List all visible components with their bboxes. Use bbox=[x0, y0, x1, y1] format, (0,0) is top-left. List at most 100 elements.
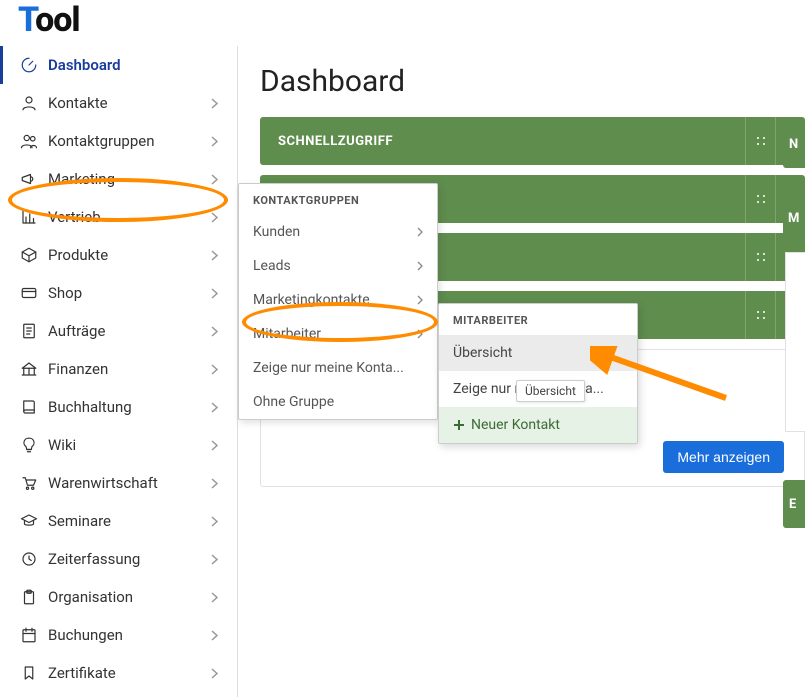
sidebar-item-label: Kontaktgruppen bbox=[48, 132, 211, 150]
panel-label: SCHNELLZUGRIFF bbox=[278, 134, 393, 149]
right-fragment-n: N bbox=[783, 120, 805, 168]
user-icon bbox=[20, 94, 38, 112]
chevron-right-icon bbox=[211, 364, 225, 375]
flyout-item-label: Marketingkontakte bbox=[253, 292, 370, 308]
sidebar-item-kontakte[interactable]: Kontakte bbox=[0, 84, 237, 122]
drag-handle-icon[interactable] bbox=[745, 291, 775, 339]
flyout-title: KONTAKTGRUPPEN bbox=[239, 184, 437, 215]
flyout-item[interactable]: Leads bbox=[239, 249, 437, 283]
flyout2-item-new-contact[interactable]: Neuer Kontakt bbox=[439, 407, 637, 443]
tooltip-uebersicht: Übersicht bbox=[516, 380, 585, 402]
chevron-right-icon bbox=[211, 326, 225, 337]
chevron-right-icon bbox=[211, 402, 225, 413]
flyout2-title: MITARBEITER bbox=[439, 304, 637, 335]
chevron-right-icon bbox=[211, 668, 225, 679]
drag-handle-icon[interactable] bbox=[745, 117, 775, 165]
sidebar-item-buchhaltung[interactable]: Buchhaltung bbox=[0, 388, 237, 426]
sidebar-item-label: Produkte bbox=[48, 246, 211, 264]
chevron-right-icon bbox=[417, 295, 423, 305]
sidebar-item-label: Dashboard bbox=[48, 56, 225, 74]
flyout-item-label: Zeige nur meine Konta... bbox=[253, 360, 404, 376]
sidebar-item-wiki[interactable]: Wiki bbox=[0, 426, 237, 464]
panel-schnellzugriff[interactable]: SCHNELLZUGRIFF bbox=[260, 117, 805, 165]
sidebar-item-label: Vertrieb bbox=[48, 208, 211, 226]
bookmark-icon bbox=[20, 664, 38, 682]
logo-letter: T bbox=[18, 0, 35, 40]
sidebar-item-label: Zeiterfassung bbox=[48, 550, 211, 568]
right-fragment-m: M bbox=[783, 194, 805, 242]
file-icon bbox=[20, 322, 38, 340]
chevron-right-icon bbox=[211, 250, 225, 261]
right-fragment-e: E bbox=[783, 480, 805, 528]
flyout-item[interactable]: Ohne Gruppe bbox=[239, 385, 437, 419]
chevron-right-icon bbox=[417, 261, 423, 271]
sidebar-item-zertifikate[interactable]: Zertifikate bbox=[0, 654, 237, 692]
sidebar-item-marketing[interactable]: Marketing bbox=[0, 160, 237, 198]
book-icon bbox=[20, 398, 38, 416]
chevron-right-icon bbox=[211, 212, 225, 223]
sidebar-item-label: Warenwirtschaft bbox=[48, 474, 211, 492]
sidebar-item-seminare[interactable]: Seminare bbox=[0, 502, 237, 540]
sidebar-item-label: Finanzen bbox=[48, 360, 211, 378]
chevron-right-icon bbox=[211, 516, 225, 527]
sidebar-item-produkte[interactable]: Produkte bbox=[0, 236, 237, 274]
cap-icon bbox=[20, 512, 38, 530]
sidebar-item-label: Wiki bbox=[48, 436, 211, 454]
sidebar-item-aufträge[interactable]: Aufträge bbox=[0, 312, 237, 350]
chevron-right-icon bbox=[417, 329, 423, 339]
sidebar-item-organisation[interactable]: Organisation bbox=[0, 578, 237, 616]
more-button[interactable]: Mehr anzeigen bbox=[663, 441, 784, 473]
flyout-kontaktgruppen: KONTAKTGRUPPEN Kunden Leads Marketingkonta… bbox=[238, 183, 438, 420]
chevron-right-icon bbox=[211, 288, 225, 299]
bulb-icon bbox=[20, 436, 38, 454]
sidebar-item-label: Aufträge bbox=[48, 322, 211, 340]
flyout-mitarbeiter: MITARBEITER Übersicht Zeige nur meine Ko… bbox=[438, 303, 638, 444]
sidebar-item-label: Shop bbox=[48, 284, 211, 302]
chevron-right-icon bbox=[211, 440, 225, 451]
chevron-right-icon bbox=[211, 478, 225, 489]
sidebar-item-vertrieb[interactable]: Vertrieb bbox=[0, 198, 237, 236]
card-icon bbox=[20, 284, 38, 302]
sidebar-item-finanzen[interactable]: Finanzen bbox=[0, 350, 237, 388]
clipboard-icon bbox=[20, 588, 38, 606]
flyout2-item-uebersicht[interactable]: Übersicht bbox=[439, 335, 637, 371]
plus-icon bbox=[453, 419, 465, 431]
sidebar-item-label: Seminare bbox=[48, 512, 211, 530]
chevron-right-icon bbox=[211, 174, 225, 185]
sidebar-item-kontaktgruppen[interactable]: Kontaktgruppen bbox=[0, 122, 237, 160]
app-logo: Tool bbox=[0, 0, 805, 46]
sidebar-item-zeiterfassung[interactable]: Zeiterfassung bbox=[0, 540, 237, 578]
sidebar-item-label: Buchhaltung bbox=[48, 398, 211, 416]
gauge-icon bbox=[20, 56, 38, 74]
flyout-item[interactable]: Zeige nur meine Konta... bbox=[239, 351, 437, 385]
page-title: Dashboard bbox=[260, 64, 805, 99]
sidebar-item-label: Buchungen bbox=[48, 626, 211, 644]
drag-handle-icon[interactable] bbox=[745, 175, 775, 223]
flyout-item-label: Ohne Gruppe bbox=[253, 394, 334, 410]
box-icon bbox=[20, 246, 38, 264]
sidebar-item-buchungen[interactable]: Buchungen bbox=[0, 616, 237, 654]
flyout-item-label: Mitarbeiter bbox=[253, 326, 321, 342]
sidebar-item-dashboard[interactable]: Dashboard bbox=[0, 46, 237, 84]
drag-handle-icon[interactable] bbox=[745, 233, 775, 281]
flyout-item[interactable]: Mitarbeiter bbox=[239, 317, 437, 351]
chart-icon bbox=[20, 208, 38, 226]
flyout-item[interactable]: Marketingkontakte bbox=[239, 283, 437, 317]
sidebar-item-warenwirtschaft[interactable]: Warenwirtschaft bbox=[0, 464, 237, 502]
cart-icon bbox=[20, 474, 38, 492]
flyout-item[interactable]: Kunden bbox=[239, 215, 437, 249]
sidebar-item-label: Zertifikate bbox=[48, 664, 211, 682]
sidebar-item-label: Kontakte bbox=[48, 94, 211, 112]
calendar-icon bbox=[20, 626, 38, 644]
sidebar-item-shop[interactable]: Shop bbox=[0, 274, 237, 312]
megaphone-icon bbox=[20, 170, 38, 188]
flyout-item-label: Leads bbox=[253, 258, 291, 274]
right-fragment-card bbox=[785, 252, 805, 432]
new-contact-label: Neuer Kontakt bbox=[471, 417, 560, 433]
sidebar-item-label: Marketing bbox=[48, 170, 211, 188]
chevron-right-icon bbox=[211, 136, 225, 147]
sidebar-item-label: Organisation bbox=[48, 588, 211, 606]
chevron-right-icon bbox=[211, 554, 225, 565]
chevron-right-icon bbox=[211, 592, 225, 603]
users-icon bbox=[20, 132, 38, 150]
